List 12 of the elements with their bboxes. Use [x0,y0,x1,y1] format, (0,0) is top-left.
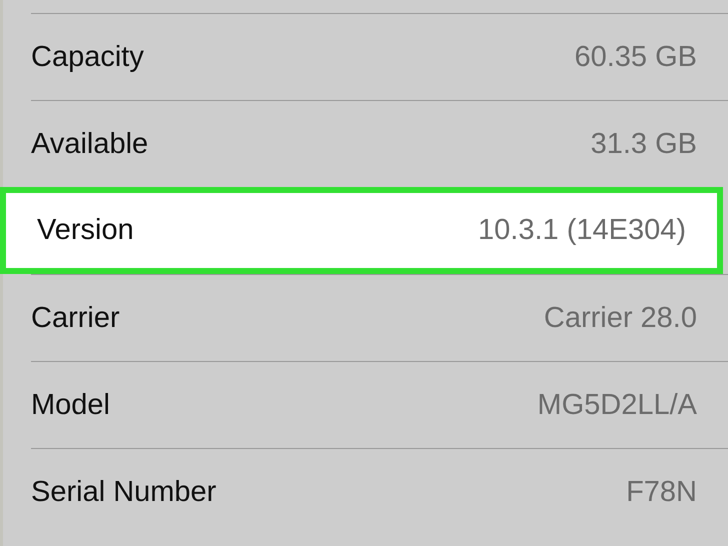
row-label: Version [37,214,134,247]
row-label: Serial Number [31,476,216,508]
row-value: 10.3.1 (14E304) [478,214,686,247]
row-value: F78N [626,476,697,508]
row-label: Carrier [31,302,120,334]
row-value: Carrier 28.0 [544,302,697,334]
row-label: Capacity [31,40,144,74]
row-value: 60.35 GB [574,40,697,74]
row-value: MG5D2LL/A [537,388,697,422]
row-label: Available [31,128,148,160]
row-value: 31.3 GB [590,128,697,160]
row-label: Model [31,388,110,422]
